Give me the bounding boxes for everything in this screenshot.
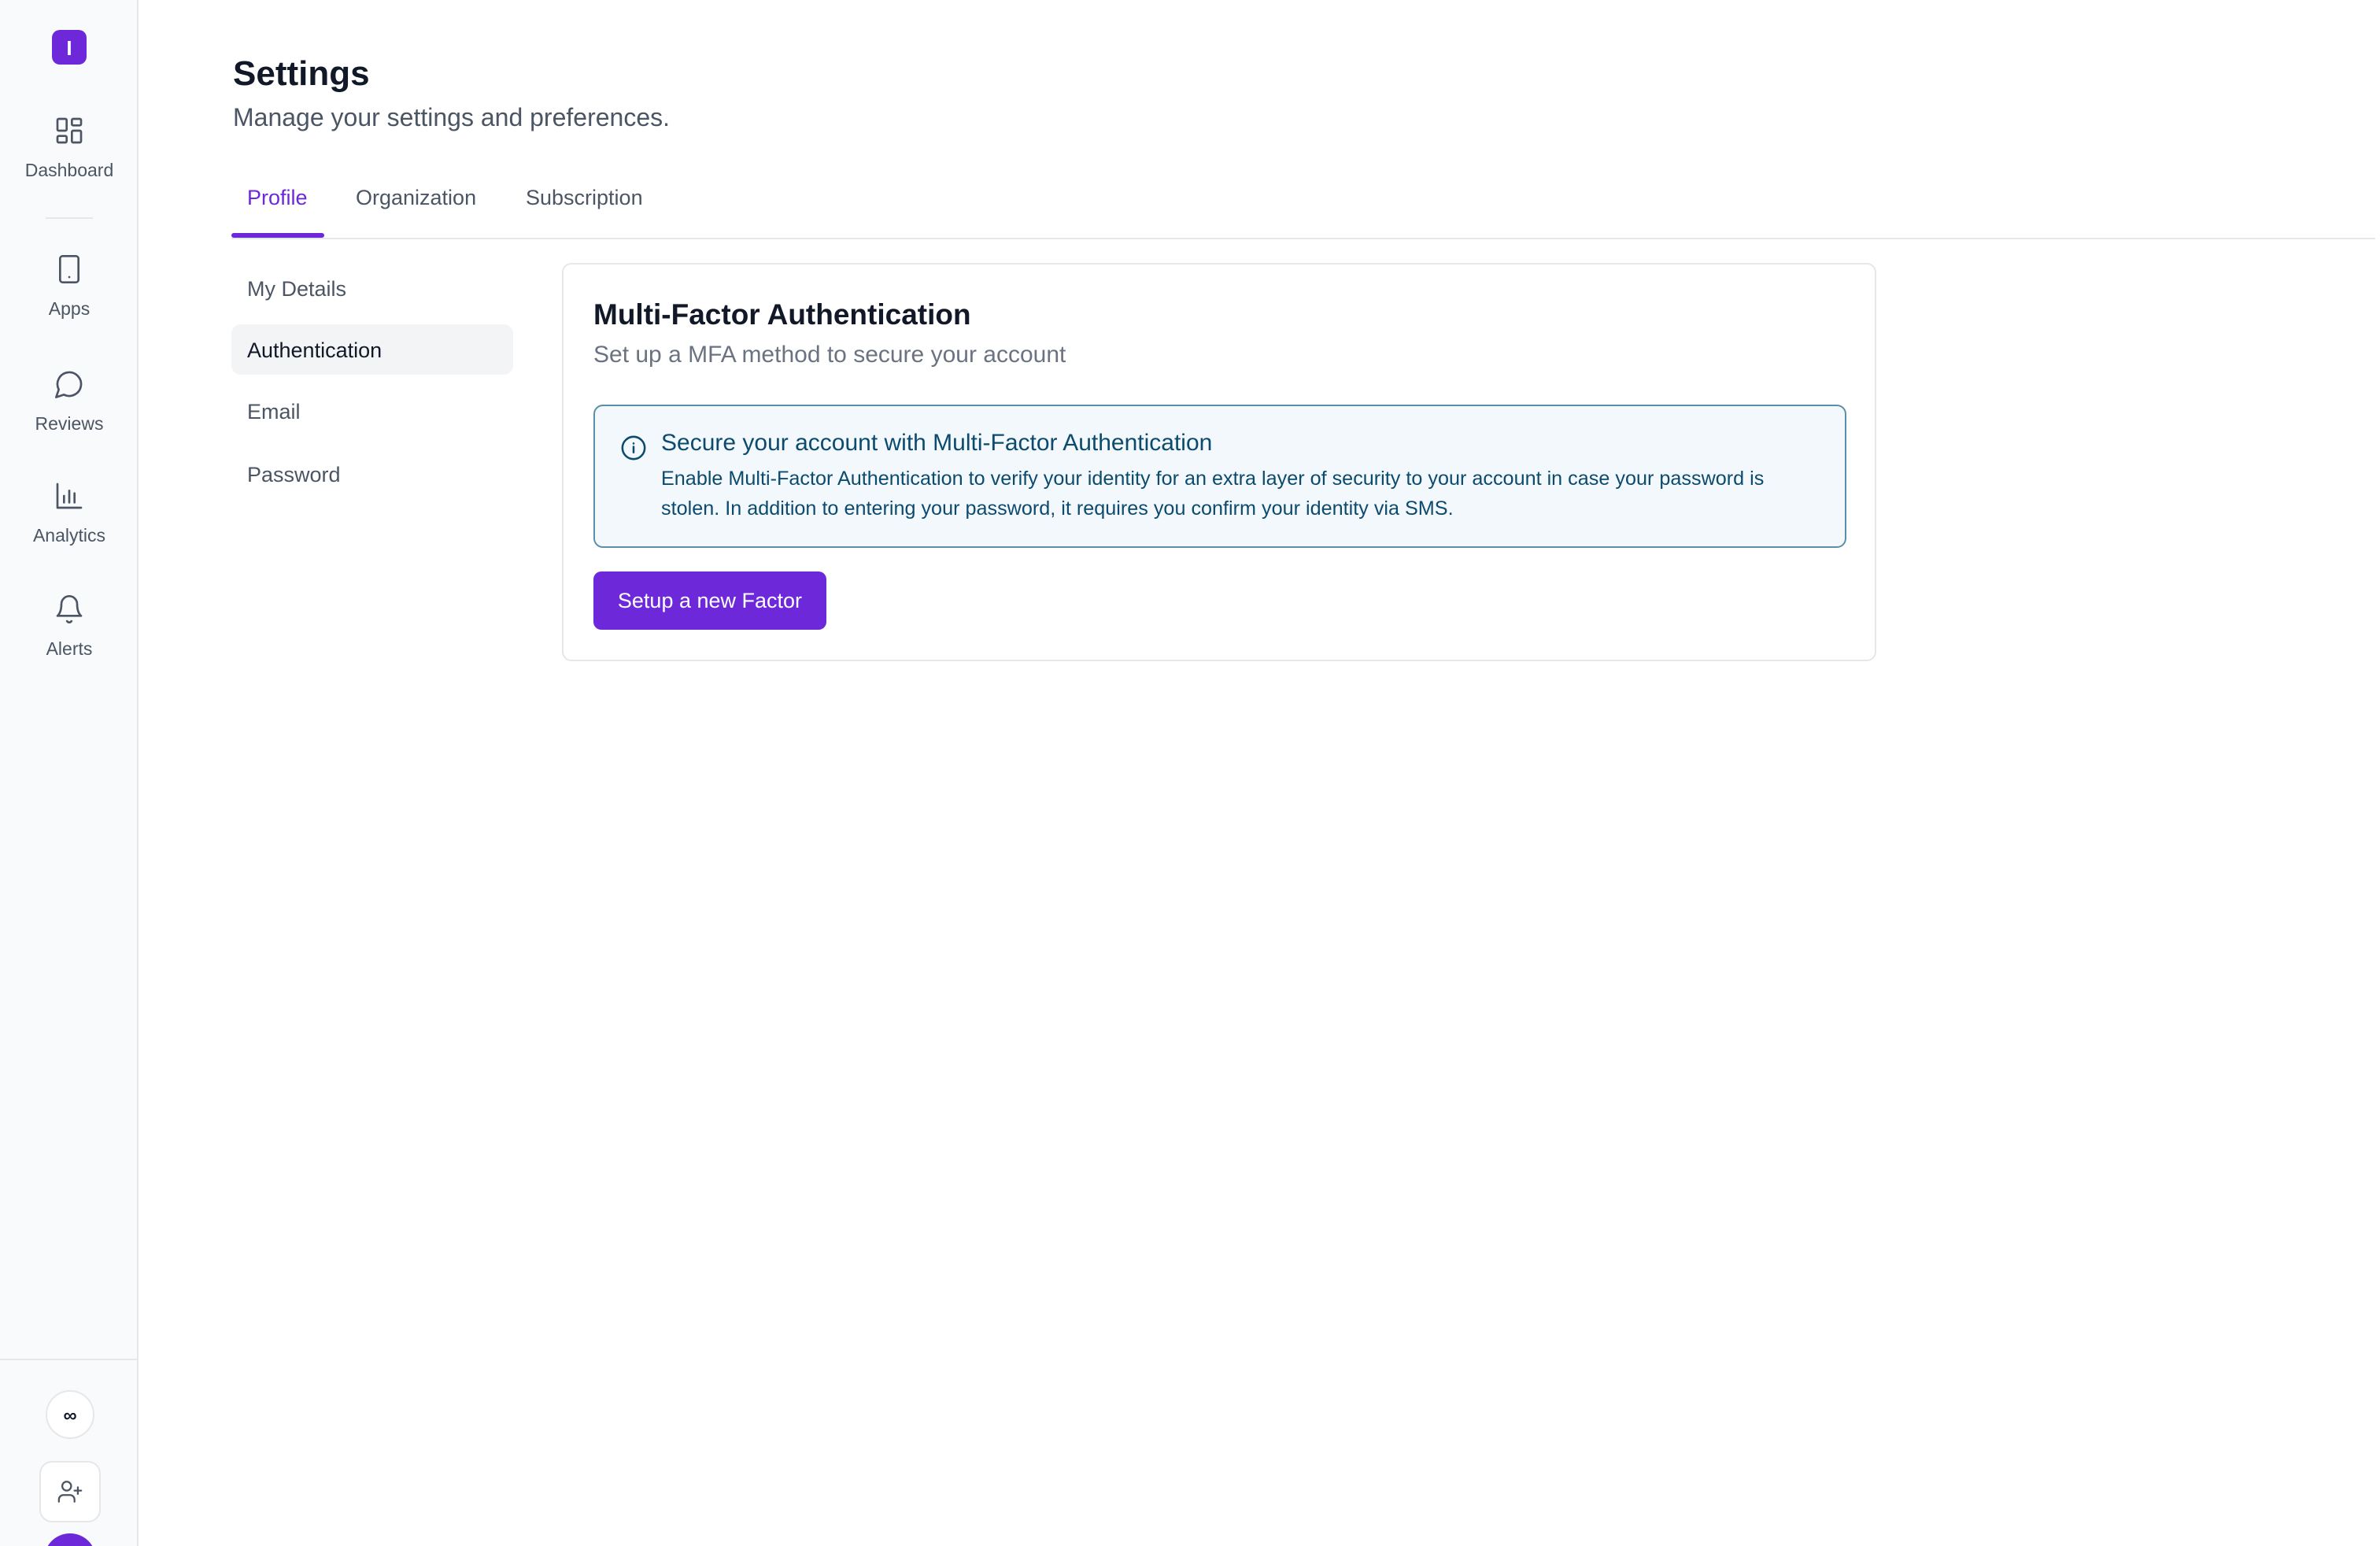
invite-user-button[interactable]: [39, 1461, 101, 1522]
setup-new-factor-button[interactable]: Setup a new Factor: [593, 571, 826, 630]
sidebar: I Dashboard Apps Reviews Analytics Alert…: [0, 0, 139, 1546]
sidebar-divider: [46, 217, 93, 219]
sidebar-item-label: Alerts: [46, 641, 93, 660]
sidebar-item-apps[interactable]: Apps: [0, 253, 139, 320]
sidebar-item-alerts[interactable]: Alerts: [0, 594, 139, 660]
sidebar-item-label: Dashboard: [24, 162, 114, 181]
page-subtitle: Manage your settings and preferences.: [233, 105, 670, 132]
page-title: Settings: [233, 54, 370, 93]
tab-profile[interactable]: Profile: [247, 186, 308, 209]
avatar[interactable]: J: [44, 1533, 96, 1546]
sidebar-item-analytics[interactable]: Analytics: [0, 480, 139, 546]
subnav-item-email[interactable]: Email: [231, 386, 513, 436]
bell-icon: [56, 595, 83, 623]
sidebar-item-dashboard[interactable]: Dashboard: [0, 115, 139, 181]
tab-subscription[interactable]: Subscription: [526, 186, 643, 209]
active-tab-indicator: [231, 233, 324, 238]
subnav-item-authentication[interactable]: Authentication: [231, 324, 513, 375]
mfa-info-alert: Secure your account with Multi-Factor Au…: [593, 405, 1846, 548]
sidebar-item-reviews[interactable]: Reviews: [0, 368, 139, 435]
tab-organization[interactable]: Organization: [356, 186, 476, 209]
sidebar-item-label: Analytics: [32, 527, 106, 546]
settings-tabs: Profile Organization Subscription: [231, 170, 2375, 239]
message-circle-icon: [55, 371, 83, 398]
subnav-item-my-details[interactable]: My Details: [231, 263, 513, 313]
subnav-item-password[interactable]: Password: [231, 449, 513, 499]
card-title: Multi-Factor Authentication: [593, 298, 971, 331]
alert-text: Enable Multi-Factor Authentication to ve…: [661, 468, 1765, 519]
infinity-button[interactable]: ∞: [46, 1390, 94, 1439]
user-plus-icon: [57, 1481, 83, 1503]
app-logo[interactable]: I: [52, 30, 87, 65]
tablet-icon: [59, 255, 79, 283]
bar-chart-icon: [56, 483, 83, 509]
dashboard-icon: [56, 117, 83, 144]
mfa-card: Multi-Factor Authentication Set up a MFA…: [562, 263, 1876, 661]
card-description: Set up a MFA method to secure your accou…: [593, 342, 1066, 368]
info-icon: [620, 435, 647, 461]
sidebar-item-label: Reviews: [35, 416, 104, 435]
alert-title: Secure your account with Multi-Factor Au…: [661, 430, 1213, 457]
sidebar-item-label: Apps: [48, 301, 91, 320]
sidebar-bottom-divider: [0, 1359, 139, 1360]
